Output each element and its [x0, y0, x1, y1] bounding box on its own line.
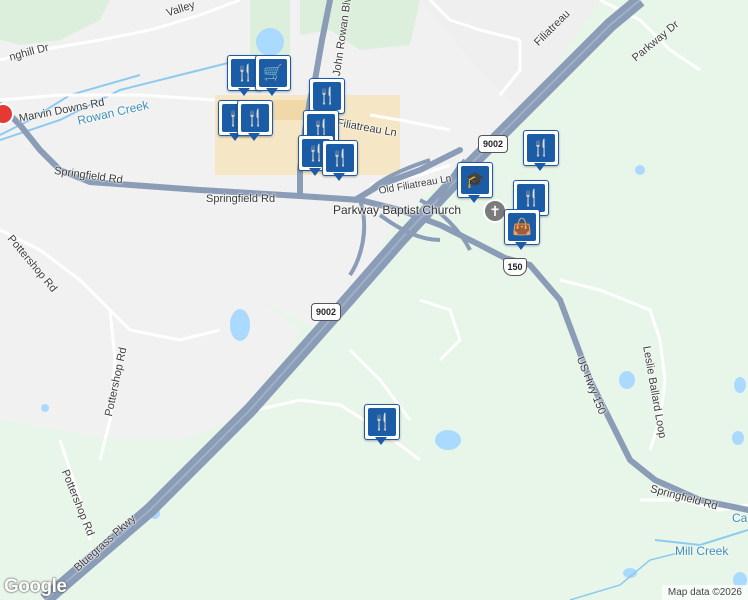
school-icon: 🎓	[461, 166, 489, 194]
restaurant-icon: 🍴	[326, 144, 354, 172]
restaurant-icon: 🍴	[241, 104, 269, 132]
map-marker-restaurant[interactable]: 🍴	[364, 404, 400, 446]
map-marker-restaurant[interactable]: 🍴	[523, 130, 559, 172]
road-label-springfield-rd-center: Springfield Rd	[206, 193, 276, 205]
google-logo: Google	[4, 576, 67, 597]
route-shield-9002-south: 9002	[311, 303, 341, 321]
shopping-bag-icon: 👜	[508, 213, 536, 241]
map-marker-restaurant[interactable]: 🍴	[322, 140, 358, 182]
water-label-edge: Ca	[732, 511, 748, 525]
map-marker-restaurant[interactable]: 🍴	[237, 100, 273, 142]
shopping-cart-icon: 🛒	[259, 59, 287, 87]
restaurant-icon: 🍴	[313, 82, 341, 110]
restaurant-icon: 🍴	[368, 408, 396, 436]
map-canvas[interactable]: nghill Dr Valley Marvin Downs Rd Rowan C…	[0, 0, 748, 600]
map-marker-school[interactable]: 🎓	[457, 162, 493, 204]
route-shield-9002-north: 9002	[478, 135, 508, 153]
route-shield-us-150: 150	[503, 258, 527, 276]
water-label-mill-creek: Mill Creek	[675, 544, 729, 558]
map-base-layer	[0, 0, 748, 600]
restaurant-icon: 🍴	[517, 184, 545, 212]
map-attribution[interactable]: Map data ©2026	[661, 585, 748, 600]
restaurant-icon: 🍴	[527, 134, 555, 162]
map-marker-shopping-bag[interactable]: 👜	[504, 209, 540, 251]
map-marker-shopping-cart[interactable]: 🛒	[255, 55, 291, 97]
poi-label-church: Parkway Baptist Church	[333, 203, 462, 217]
